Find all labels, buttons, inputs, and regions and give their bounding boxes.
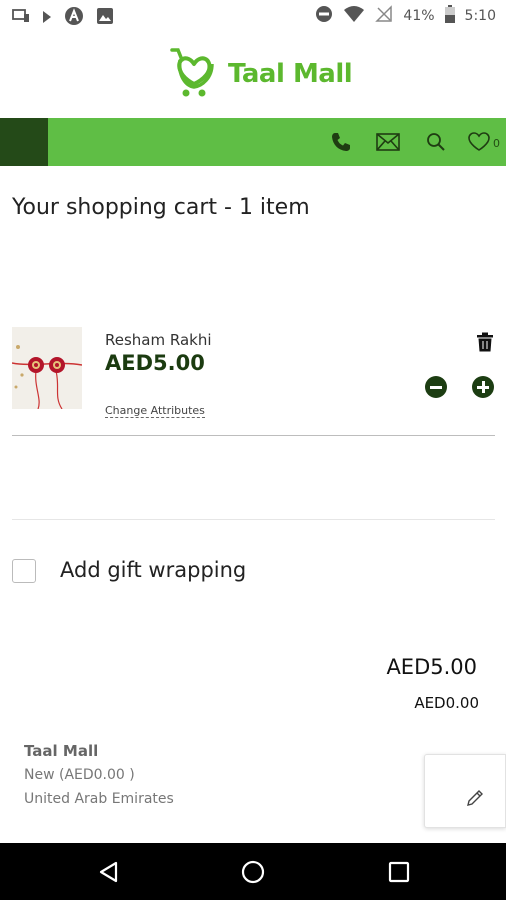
status-bar-left — [12, 6, 114, 30]
logo[interactable]: Taal Mall — [168, 46, 353, 102]
image-icon — [96, 7, 114, 29]
increase-quantity-button[interactable] — [472, 376, 494, 398]
clock: 5:10 — [464, 8, 496, 24]
logo-text: Taal Mall — [228, 59, 353, 89]
status-bar-right: 41% 5:10 — [315, 5, 496, 27]
address-name: Taal Mall — [24, 742, 99, 760]
change-attributes-link[interactable]: Change Attributes — [105, 404, 205, 418]
trash-icon[interactable] — [476, 332, 494, 352]
item-divider — [12, 435, 495, 436]
minus-icon — [430, 386, 442, 389]
pencil-icon — [465, 788, 485, 812]
wishlist-count: 0 — [493, 137, 500, 150]
play-icon — [42, 9, 52, 28]
product-name[interactable]: Resham Rakhi — [105, 331, 212, 349]
gift-wrap-checkbox[interactable] — [12, 559, 36, 583]
product-price: AED5.00 — [105, 351, 205, 375]
edit-address-button[interactable] — [424, 754, 506, 828]
nav-bar: 0 — [0, 118, 506, 166]
no-signal-icon — [375, 5, 393, 27]
do-not-disturb-icon — [315, 5, 333, 27]
search-icon[interactable] — [424, 130, 448, 154]
phone-icon[interactable] — [329, 130, 353, 154]
app-header: Taal Mall — [0, 32, 506, 118]
menu-button[interactable] — [0, 118, 48, 166]
gift-wrap-label[interactable]: Add gift wrapping — [60, 558, 246, 582]
address-line-1: New (AED0.00 ) — [24, 767, 135, 783]
mail-icon[interactable] — [376, 130, 400, 154]
page-title: Your shopping cart - 1 item — [12, 195, 310, 220]
system-nav-bar — [0, 843, 506, 900]
heart-icon[interactable] — [467, 130, 491, 154]
wifi-icon — [343, 5, 365, 27]
decrease-quantity-button[interactable] — [425, 376, 447, 398]
cast-icon — [12, 8, 30, 28]
cart-subtotal: AED0.00 — [414, 694, 479, 712]
product-image[interactable] — [12, 327, 82, 409]
recents-icon[interactable] — [386, 859, 412, 885]
status-bar: 41% 5:10 — [0, 0, 506, 32]
section-divider — [12, 519, 495, 520]
plus-icon-v — [482, 381, 485, 393]
address-line-2: United Arab Emirates — [24, 791, 174, 807]
battery-icon — [444, 5, 455, 27]
home-icon[interactable] — [240, 859, 266, 885]
a-icon — [64, 6, 84, 30]
battery-percent: 41% — [403, 8, 435, 24]
cart-total: AED5.00 — [386, 655, 477, 679]
back-icon[interactable] — [96, 859, 122, 885]
cart-heart-logo-icon — [168, 46, 220, 102]
